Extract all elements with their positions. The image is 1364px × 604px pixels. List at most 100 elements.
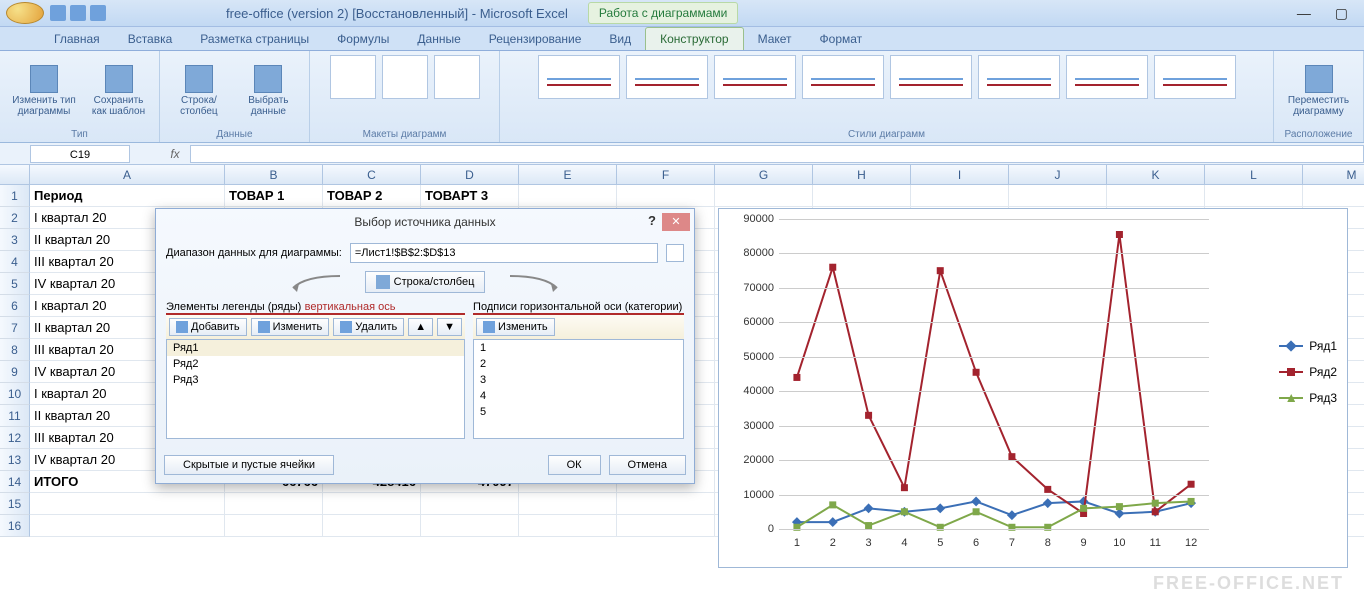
row-header-15[interactable]: 15 (0, 493, 30, 515)
style-thumb[interactable] (1066, 55, 1148, 99)
cell-F1[interactable] (617, 185, 715, 207)
list-item[interactable]: 1 (474, 340, 683, 356)
row-header-2[interactable]: 2 (0, 207, 30, 229)
col-header-L[interactable]: L (1205, 165, 1303, 185)
help-icon[interactable]: ? (648, 213, 656, 228)
cell-F15[interactable] (617, 493, 715, 515)
cell-E15[interactable] (519, 493, 617, 515)
category-list[interactable]: 12345 (473, 339, 684, 439)
row-header-9[interactable]: 9 (0, 361, 30, 383)
list-item[interactable]: Ряд1 (167, 340, 464, 356)
col-header-M[interactable]: M (1303, 165, 1364, 185)
save-icon[interactable] (50, 5, 66, 21)
row-header-13[interactable]: 13 (0, 449, 30, 471)
cell-E1[interactable] (519, 185, 617, 207)
tab-данные[interactable]: Данные (403, 28, 474, 50)
cancel-button[interactable]: Отмена (609, 455, 686, 475)
col-header-E[interactable]: E (519, 165, 617, 185)
cell-C16[interactable] (323, 515, 421, 537)
switch-row-col-button[interactable]: Строка/столбец (168, 63, 230, 119)
tab-вставка[interactable]: Вставка (114, 28, 187, 50)
cell-A1[interactable]: Период (30, 185, 225, 207)
move-down-button[interactable]: ▼ (437, 318, 462, 336)
tab-формулы[interactable]: Формулы (323, 28, 403, 50)
col-header-J[interactable]: J (1009, 165, 1107, 185)
col-header-I[interactable]: I (911, 165, 1009, 185)
move-chart-button[interactable]: Переместить диаграмму (1282, 63, 1355, 119)
switch-row-column-button[interactable]: Строка/столбец (365, 271, 486, 293)
col-header-G[interactable]: G (715, 165, 813, 185)
list-item[interactable]: Ряд2 (167, 356, 464, 372)
edit-categories-button[interactable]: Изменить (476, 318, 555, 336)
series-list[interactable]: Ряд1Ряд2Ряд3 (166, 339, 465, 439)
tab-главная[interactable]: Главная (40, 28, 114, 50)
list-item[interactable]: 5 (474, 404, 683, 420)
style-thumb[interactable] (626, 55, 708, 99)
hidden-cells-button[interactable]: Скрытые и пустые ячейки (164, 455, 334, 475)
col-header-A[interactable]: A (30, 165, 225, 185)
cell-I1[interactable] (911, 185, 1009, 207)
cell-C1[interactable]: ТОВАР 2 (323, 185, 421, 207)
ok-button[interactable]: ОК (548, 455, 601, 475)
undo-icon[interactable] (70, 5, 86, 21)
tab-макет[interactable]: Макет (744, 28, 806, 50)
style-thumb[interactable] (978, 55, 1060, 99)
row-header-12[interactable]: 12 (0, 427, 30, 449)
range-selector-icon[interactable] (666, 244, 684, 262)
redo-icon[interactable] (90, 5, 106, 21)
style-thumb[interactable] (538, 55, 620, 99)
list-item[interactable]: Ряд3 (167, 372, 464, 388)
row-header-1[interactable]: 1 (0, 185, 30, 207)
cell-B15[interactable] (225, 493, 323, 515)
col-header-K[interactable]: K (1107, 165, 1205, 185)
change-chart-type-button[interactable]: Изменить тип диаграммы (8, 63, 80, 119)
cell-D16[interactable] (421, 515, 519, 537)
tab-рецензирование[interactable]: Рецензирование (475, 28, 596, 50)
delete-series-button[interactable]: Удалить (333, 318, 404, 336)
tab-вид[interactable]: Вид (595, 28, 645, 50)
col-header-H[interactable]: H (813, 165, 911, 185)
row-header-8[interactable]: 8 (0, 339, 30, 361)
col-header-D[interactable]: D (421, 165, 519, 185)
name-box[interactable]: C19 (30, 145, 130, 163)
cell-C15[interactable] (323, 493, 421, 515)
chart-range-input[interactable] (350, 243, 658, 263)
cell-E16[interactable] (519, 515, 617, 537)
dialog-title-bar[interactable]: Выбор источника данных ? ✕ (156, 209, 694, 235)
style-thumb[interactable] (802, 55, 884, 99)
cell-D15[interactable] (421, 493, 519, 515)
row-header-5[interactable]: 5 (0, 273, 30, 295)
layout-thumb[interactable] (382, 55, 428, 99)
tab-разметка страницы[interactable]: Разметка страницы (186, 28, 323, 50)
row-header-11[interactable]: 11 (0, 405, 30, 427)
cell-L1[interactable] (1205, 185, 1303, 207)
row-header-6[interactable]: 6 (0, 295, 30, 317)
tab-конструктор[interactable]: Конструктор (645, 27, 743, 50)
close-icon[interactable]: ✕ (662, 213, 690, 231)
row-header-7[interactable]: 7 (0, 317, 30, 339)
style-thumb[interactable] (890, 55, 972, 99)
cell-F16[interactable] (617, 515, 715, 537)
row-header-14[interactable]: 14 (0, 471, 30, 493)
cell-K1[interactable] (1107, 185, 1205, 207)
add-series-button[interactable]: Добавить (169, 318, 247, 336)
select-data-button[interactable]: Выбрать данные (236, 63, 301, 119)
style-thumb[interactable] (714, 55, 796, 99)
window-controls[interactable]: — ▢ (1297, 5, 1358, 22)
edit-series-button[interactable]: Изменить (251, 318, 330, 336)
row-header-4[interactable]: 4 (0, 251, 30, 273)
cell-M1[interactable] (1303, 185, 1364, 207)
col-header-B[interactable]: B (225, 165, 323, 185)
chart-object[interactable]: 0100002000030000400005000060000700008000… (718, 208, 1348, 568)
row-header-10[interactable]: 10 (0, 383, 30, 405)
col-header-F[interactable]: F (617, 165, 715, 185)
style-thumb[interactable] (1154, 55, 1236, 99)
office-button[interactable] (6, 2, 44, 24)
move-up-button[interactable]: ▲ (408, 318, 433, 336)
cell-H1[interactable] (813, 185, 911, 207)
cell-B16[interactable] (225, 515, 323, 537)
cell-G1[interactable] (715, 185, 813, 207)
row-header-3[interactable]: 3 (0, 229, 30, 251)
cell-B1[interactable]: ТОВАР 1 (225, 185, 323, 207)
list-item[interactable]: 2 (474, 356, 683, 372)
